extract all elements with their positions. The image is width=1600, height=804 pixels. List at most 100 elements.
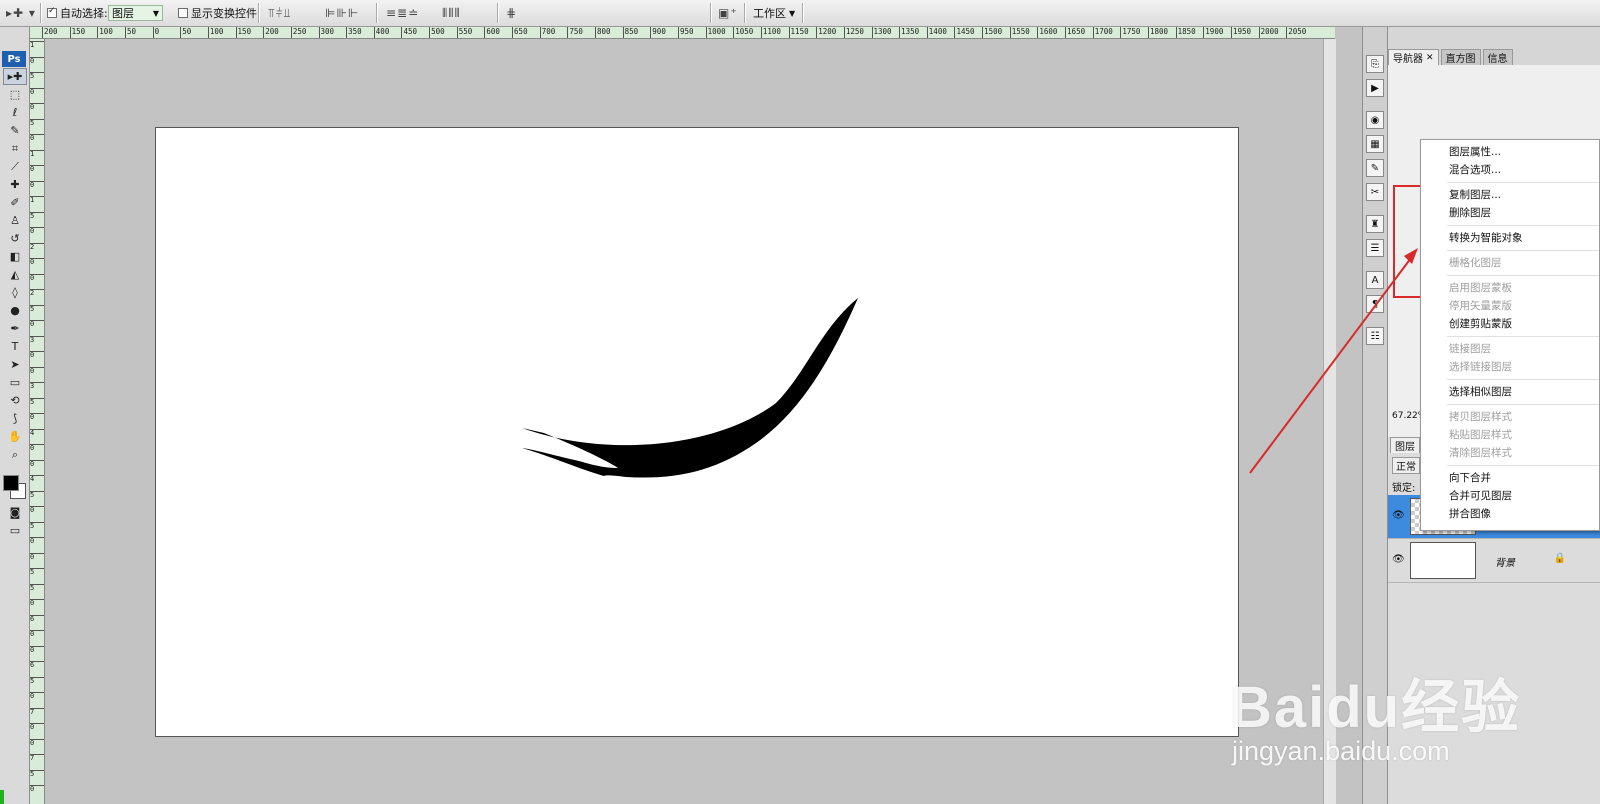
ruler-tick-label: 0 (30, 692, 44, 700)
color-swatches[interactable] (0, 469, 29, 503)
bridge-button[interactable]: ▣⁺ (718, 4, 738, 22)
notes-icon[interactable]: ☷ (1366, 327, 1384, 345)
menu-item[interactable]: 栅格化图层 (1421, 254, 1599, 272)
menu-item[interactable]: 粘贴图层样式 (1421, 426, 1599, 444)
ruler-tick-label: 7 (30, 754, 44, 762)
ruler-tick-label: 0 (30, 180, 44, 189)
menu-item[interactable]: 清除图层样式 (1421, 444, 1599, 462)
menu-item[interactable]: 链接图层 (1421, 340, 1599, 358)
align-horizontal-buttons[interactable]: ⊫⊪⊩ (325, 4, 359, 22)
menu-separator (1447, 182, 1599, 183)
ruler-tick-label: 7 (30, 707, 44, 716)
menu-item[interactable]: 停用矢量蒙版 (1421, 297, 1599, 315)
menu-item[interactable]: 启用图层蒙板 (1421, 279, 1599, 297)
menu-item[interactable]: 拼合图像 (1421, 505, 1599, 523)
3d-tool[interactable]: ⟲ (3, 392, 27, 409)
healing-tool[interactable]: ✚ (3, 176, 27, 193)
distribute-horizontal-buttons[interactable]: ⦀⦀⦀ (442, 4, 461, 22)
brush-tool[interactable]: ✐ (3, 194, 27, 211)
ruler-tick-label: 0 (152, 27, 159, 38)
eye-icon[interactable]: 👁 (1392, 510, 1405, 521)
menu-item[interactable]: 选择链接图层 (1421, 358, 1599, 376)
foreground-color-swatch[interactable] (3, 475, 19, 491)
menu-item[interactable]: 向下合并 (1421, 469, 1599, 487)
move-tool-preset[interactable]: ▸✚ ▾ (6, 4, 36, 22)
paint-bucket-tool[interactable]: ◭ (3, 266, 27, 283)
type-tool[interactable]: T (3, 338, 27, 355)
color-icon[interactable]: ◉ (1366, 111, 1384, 129)
layer-name[interactable]: 背景 (1495, 554, 1515, 569)
history-icon[interactable]: ⎘ (1366, 55, 1384, 73)
menu-item[interactable]: 拷贝图层样式 (1421, 408, 1599, 426)
ruler-tick-label: 1950 (1230, 27, 1251, 38)
blend-mode-dropdown[interactable]: 正常 (1392, 457, 1420, 474)
paragraph-icon[interactable]: ¶ (1366, 295, 1384, 313)
lock-label: 锁定: (1392, 483, 1416, 494)
workspace-menu[interactable]: 工作区 ▼ (753, 4, 795, 22)
tab-histogram[interactable]: 直方图 (1440, 49, 1481, 65)
eye-icon[interactable]: 👁 (1392, 554, 1405, 565)
close-icon[interactable]: ✕ (1426, 53, 1434, 63)
marquee-tool[interactable]: ⬚ (3, 86, 27, 103)
crop-tool[interactable]: ⌗ (3, 140, 27, 157)
history-brush-tool[interactable]: ↺ (3, 230, 27, 247)
tab-info[interactable]: 信息 (1482, 49, 1513, 65)
tab-navigator[interactable]: 导航器 ✕ (1388, 49, 1439, 65)
layer-row-background[interactable]: 👁 背景 🔒 (1388, 539, 1600, 583)
clone-source-icon[interactable]: ♜ (1366, 215, 1384, 233)
eraser-tool[interactable]: ◧ (3, 248, 27, 265)
ruler-tick-label: 0 (30, 134, 44, 142)
menu-item[interactable]: 删除图层 (1421, 204, 1599, 222)
screen-mode-button[interactable]: ▭ (3, 522, 27, 539)
menu-item[interactable]: 选择相似图层 (1421, 383, 1599, 401)
menu-item[interactable]: 混合选项... (1421, 161, 1599, 179)
character-icon[interactable]: A (1366, 271, 1384, 289)
eyedropper-tool[interactable]: ⟆ (3, 410, 27, 427)
ruler-tick-label: 1200 (816, 27, 836, 38)
stamp-tool[interactable]: ♙ (3, 212, 27, 229)
hand-tool[interactable]: ✋ (3, 428, 27, 445)
auto-select-dropdown[interactable]: 图层 ▼ (108, 5, 163, 21)
ruler-tick-label: 3 (30, 382, 44, 390)
align-buttons[interactable]: ⫪⫩⫫ (268, 4, 291, 22)
quick-mask-button[interactable]: ◙ (3, 504, 27, 521)
pen-tool[interactable]: ✒ (3, 320, 27, 337)
ruler-tick-label: 0 (30, 103, 44, 111)
menu-item[interactable]: 复制图层... (1421, 186, 1599, 204)
quick-select-tool[interactable]: ✎ (3, 122, 27, 139)
menu-item[interactable]: 合并可见图层 (1421, 487, 1599, 505)
lasso-tool[interactable]: ℓ (3, 104, 27, 121)
path-select-tool[interactable]: ➤ (3, 356, 27, 373)
swatches-icon[interactable]: ▦ (1366, 135, 1384, 153)
tools-presets-icon[interactable]: ✂ (1366, 183, 1384, 201)
ruler-tick-label: 1900 (1203, 27, 1223, 38)
auto-select-checkbox[interactable]: 自动选择: (47, 4, 108, 22)
ruler-tick-label: 5 (30, 304, 44, 313)
ruler-tick-label: 5 (30, 118, 44, 127)
ruler-tick-label: 950 (677, 27, 693, 38)
menu-item[interactable]: 转换为智能对象 (1421, 229, 1599, 247)
distribute-vertical-buttons[interactable]: ≡≣≐ (386, 4, 419, 22)
move-tool[interactable]: ▸✚ (3, 68, 27, 85)
dodge-tool[interactable]: ● (3, 302, 27, 319)
ruler-tick-label: 2 (30, 289, 44, 297)
slice-tool[interactable]: ⟋ (3, 158, 27, 175)
workspace-label: 工作区 (753, 7, 786, 20)
actions-icon[interactable]: ▶ (1366, 79, 1384, 97)
menu-item[interactable]: 创建剪贴蒙版 (1421, 315, 1599, 333)
menu-item[interactable]: 图层属性... (1421, 143, 1599, 161)
ruler-tick-label: 600 (484, 27, 500, 38)
ruler-tick-label: 800 (595, 27, 611, 38)
zoom-tool[interactable]: ⌕ (3, 446, 27, 463)
menu-separator (1447, 250, 1599, 251)
styles-icon[interactable]: ✎ (1366, 159, 1384, 177)
auto-align-button[interactable]: ⋕ (506, 4, 517, 22)
brushes-icon[interactable]: ☰ (1366, 239, 1384, 257)
show-transform-checkbox[interactable]: 显示变换控件 (178, 4, 257, 22)
document-canvas[interactable] (155, 127, 1239, 737)
quick-select-icon: ✎ (10, 124, 20, 137)
blur-tool[interactable]: ◊ (3, 284, 27, 301)
shape-tool[interactable]: ▭ (3, 374, 27, 391)
tab-layers[interactable]: 图层 (1390, 437, 1420, 453)
ruler-tick-label: 1550 (1009, 27, 1030, 38)
